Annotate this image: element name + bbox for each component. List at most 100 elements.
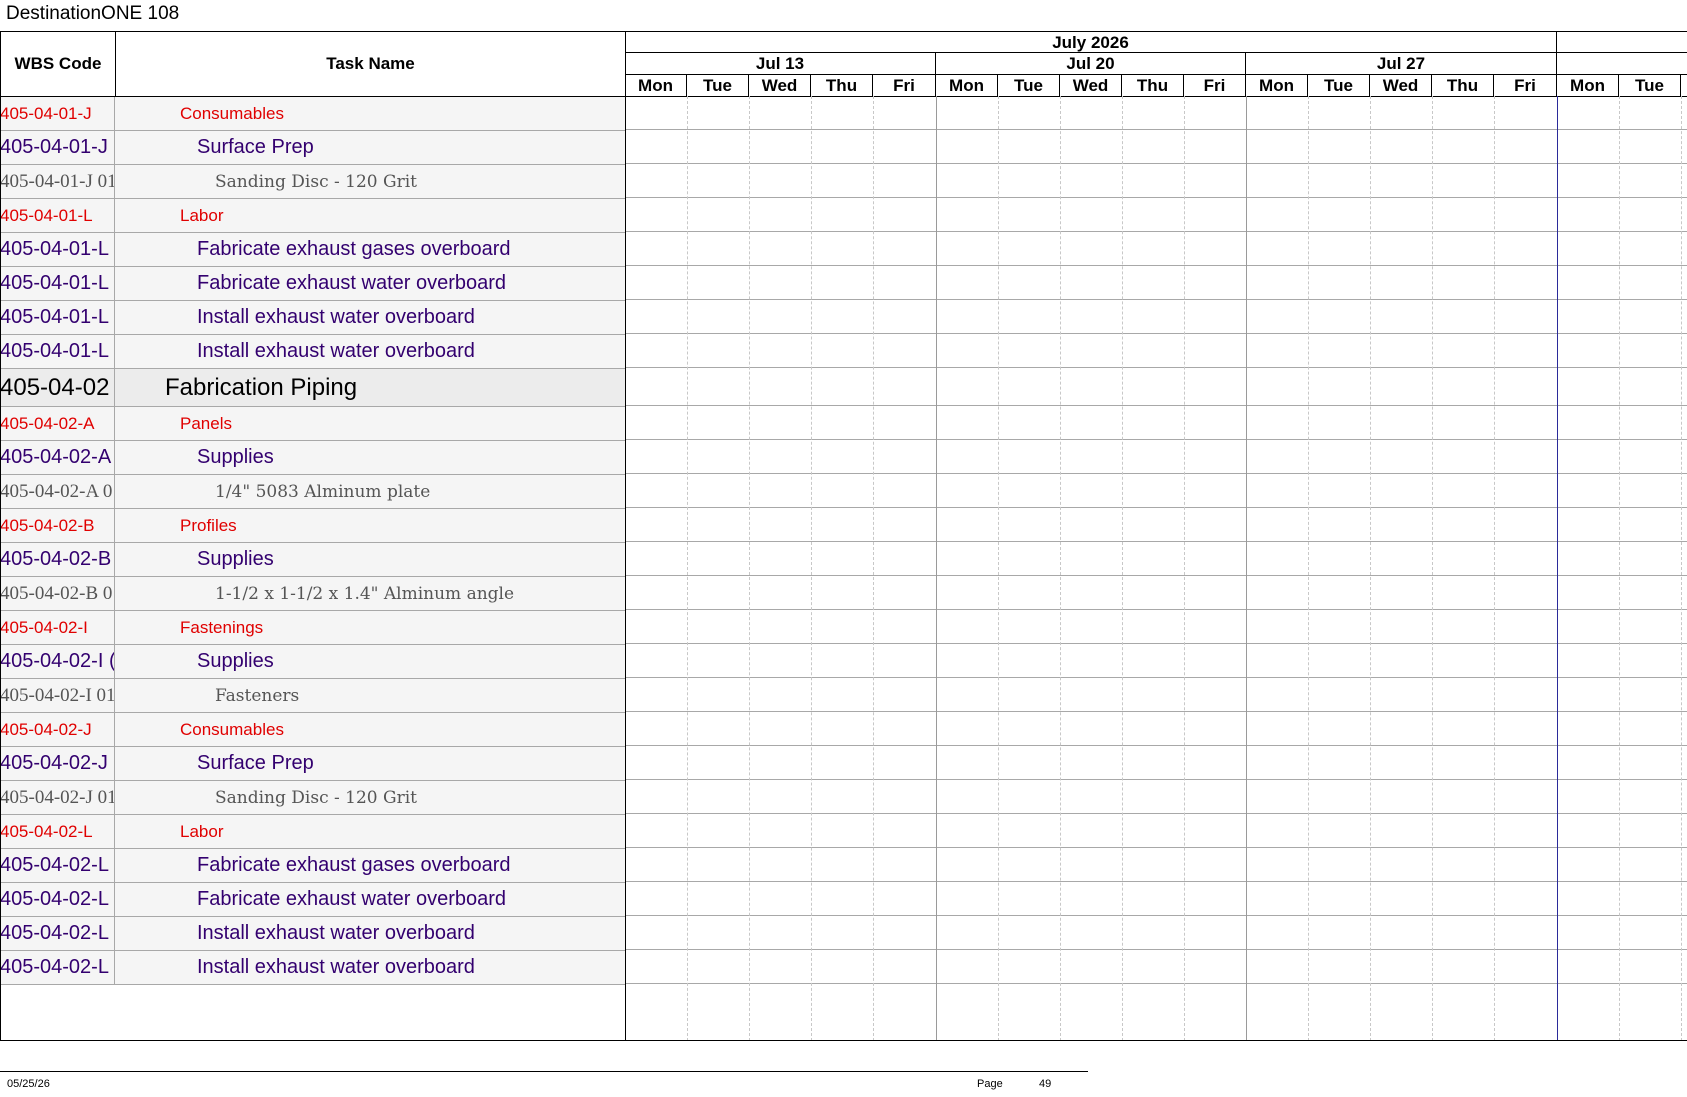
grid-row-line [625, 129, 1687, 130]
day-gridline [1494, 96, 1495, 1041]
footer-page-number: 49 [1039, 1078, 1052, 1090]
table-row[interactable]: 405-04-02-J Surface Prep [0, 747, 625, 781]
day-label: Wed [1370, 75, 1432, 97]
day-gridline [998, 96, 999, 1041]
wbs-code: 405-04-02-J [0, 713, 115, 746]
table-row[interactable]: 405-04-02 Fabrication Piping [0, 369, 625, 407]
table-row[interactable]: 405-04-01-L Install exhaust water overboa… [0, 301, 625, 335]
day-label: Tue [1308, 75, 1370, 97]
day-label: Mon [936, 75, 998, 97]
next-month-label [1557, 32, 1687, 53]
day-label: Wed [1060, 75, 1122, 97]
table-row[interactable]: 405-04-02-B Profiles [0, 509, 625, 543]
task-name: Surface Prep [197, 136, 314, 158]
day-label: Wed [749, 75, 811, 97]
grid-row-line [625, 711, 1687, 712]
task-name: Install exhaust water overboard [197, 956, 475, 978]
table-row[interactable]: 405-04-01-L Fabricate exhaust water overb… [0, 267, 625, 301]
left-border [0, 31, 1, 1041]
task-name: Fabrication Piping [165, 373, 358, 401]
day-gridline [1681, 96, 1682, 1041]
table-row[interactable]: 405-04-01-L Labor [0, 199, 625, 233]
wbs-code: 405-04-02-L [0, 917, 115, 950]
wbs-code: 405-04-02-I ( [0, 645, 115, 678]
grid-row-line [625, 745, 1687, 746]
wbs-code: 405-04-02-J 01 [0, 781, 115, 814]
task-name: Consumables [180, 719, 284, 739]
grid-row-line [625, 367, 1687, 368]
day-label: Fri [1184, 75, 1246, 97]
schedule-grid[interactable] [625, 96, 1687, 1041]
week-label: Jul 20 [936, 53, 1246, 74]
table-row[interactable]: 405-04-01-J Consumables [0, 97, 625, 131]
task-name: 1/4" 5083 Alminum plate [215, 481, 431, 502]
day-label: Thu [811, 75, 873, 97]
table-row[interactable]: 405-04-02-J Consumables [0, 713, 625, 747]
table-row[interactable]: 405-04-02-A 0 1/4" 5083 Alminum plate [0, 475, 625, 509]
task-name: Sanding Disc - 120 Grit [215, 171, 417, 192]
grid-row-line [625, 231, 1687, 232]
grid-row-line [625, 915, 1687, 916]
bottom-border [0, 1040, 1687, 1041]
day-label: Thu [1122, 75, 1184, 97]
wbs-code: 405-04-02-I [0, 611, 115, 644]
table-row[interactable]: 405-04-02-A Supplies [0, 441, 625, 475]
table-row[interactable]: 405-04-01-L Fabricate exhaust gases overb… [0, 233, 625, 267]
grid-row-line [625, 949, 1687, 950]
table-row[interactable]: 405-04-02-I ( Supplies [0, 645, 625, 679]
table-row[interactable]: 405-04-02-A Panels [0, 407, 625, 441]
wbs-code: 405-04-02 [0, 369, 115, 406]
day-label: Thu [1432, 75, 1494, 97]
table-row[interactable]: 405-04-02-L Fabricate exhaust gases overb… [0, 849, 625, 883]
day-label: Fri [1494, 75, 1557, 97]
table-row[interactable]: 405-04-02-I Fastenings [0, 611, 625, 645]
wbs-column-header[interactable]: WBS Code [0, 31, 116, 97]
task-column-header[interactable]: Task Name [115, 31, 626, 97]
wbs-code: 405-04-01-L [0, 301, 115, 334]
table-row[interactable]: 405-04-02-L Fabricate exhaust water overb… [0, 883, 625, 917]
day-label: Mon [625, 75, 687, 97]
gantt-table: WBS Code Task Name July 2026 Jul 13 Mon Tue… [0, 31, 1687, 1041]
day-label: Mon [1557, 75, 1619, 97]
wbs-code: 405-04-01-L [0, 267, 115, 300]
month-divider [1557, 96, 1558, 1041]
wbs-code: 405-04-02-L [0, 815, 115, 848]
table-row[interactable]: 405-04-01-L Install exhaust water overboa… [0, 335, 625, 369]
task-name: Sanding Disc - 120 Grit [215, 787, 417, 808]
task-name: Supplies [197, 650, 274, 672]
wbs-code: 405-04-02-A 0 [0, 475, 115, 508]
table-row[interactable]: 405-04-02-L Labor [0, 815, 625, 849]
task-name: Fabricate exhaust water overboard [197, 272, 507, 294]
table-row[interactable]: 405-04-02-J 01 Sanding Disc - 120 Grit [0, 781, 625, 815]
grid-row-line [625, 847, 1687, 848]
task-name: Fasteners [215, 685, 300, 706]
footer-rule [0, 1071, 1088, 1072]
day-gridline [936, 96, 937, 1041]
day-gridline [873, 96, 874, 1041]
table-row[interactable]: 405-04-02-L Install exhaust water overboa… [0, 951, 625, 985]
table-row[interactable]: 405-04-02-B 0 1-1/2 x 1-1/2 x 1.4" Alminu… [0, 577, 625, 611]
table-row[interactable]: 405-04-02-B Supplies [0, 543, 625, 577]
wbs-code: 405-04-02-A [0, 407, 115, 440]
day-gridline [687, 96, 688, 1041]
grid-row-line [625, 439, 1687, 440]
table-row[interactable]: 405-04-02-L Install exhaust water overboa… [0, 917, 625, 951]
grid-row-line [625, 163, 1687, 164]
table-row[interactable]: 405-04-01-J Surface Prep [0, 131, 625, 165]
day-gridline [1308, 96, 1309, 1041]
table-row[interactable]: 405-04-02-I 01 Fasteners [0, 679, 625, 713]
grid-row-line [625, 779, 1687, 780]
wbs-code: 405-04-01-L [0, 199, 115, 232]
wbs-code: 405-04-02-L [0, 951, 115, 984]
wbs-code: 405-04-02-B [0, 509, 115, 542]
task-name: Consumables [180, 103, 284, 123]
day-gridline [1184, 96, 1185, 1041]
wbs-code: 405-04-01-L [0, 233, 115, 266]
table-row[interactable]: 405-04-01-J 01 Sanding Disc - 120 Grit [0, 165, 625, 199]
task-name: Fabricate exhaust water overboard [197, 888, 507, 910]
task-name: Fabricate exhaust gases overboard [197, 854, 511, 876]
grid-row-line [625, 473, 1687, 474]
wbs-code: 405-04-02-B 0 [0, 577, 115, 610]
task-name: Install exhaust water overboard [197, 306, 475, 328]
day-gridline [1370, 96, 1371, 1041]
